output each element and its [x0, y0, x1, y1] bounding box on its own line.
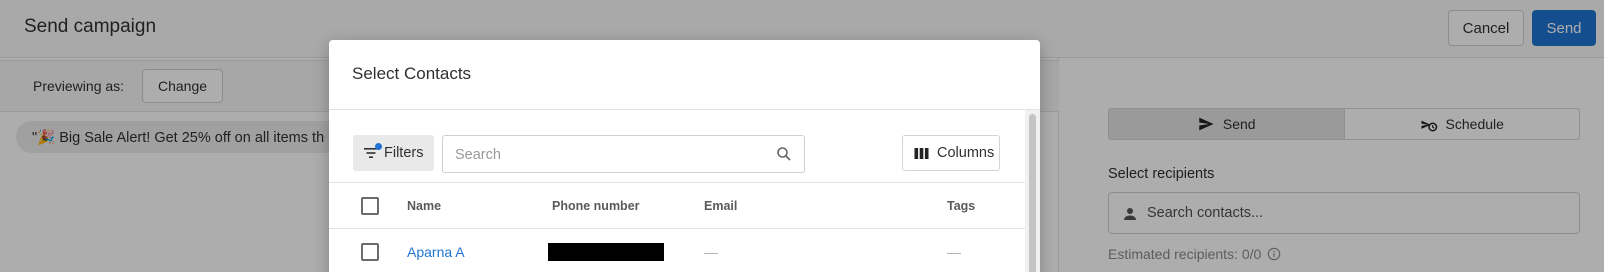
active-filter-dot [375, 143, 382, 150]
table-row[interactable]: Aparna A — — [329, 229, 1025, 272]
contact-name-link[interactable]: Aparna A [407, 229, 465, 272]
email-cell: — [704, 244, 718, 260]
dialog-title: Select Contacts [352, 64, 472, 83]
divider [329, 109, 1040, 110]
column-header-phone[interactable]: Phone number [552, 183, 640, 228]
select-all-cell [361, 183, 379, 228]
scrollbar-thumb[interactable] [1029, 114, 1036, 272]
columns-button[interactable]: Columns [902, 135, 1000, 171]
tags-cell: — [947, 244, 961, 260]
search-icon [777, 147, 791, 161]
select-contacts-dialog: Select Contacts Filters Columns Name Pho… [329, 40, 1040, 272]
table-header: Name Phone number Email Tags [329, 182, 1025, 229]
contact-search-field [442, 135, 805, 173]
select-all-checkbox[interactable] [361, 196, 379, 215]
row-checkbox[interactable] [361, 243, 379, 261]
filter-icon [362, 143, 382, 162]
row-select-cell [361, 229, 379, 272]
column-header-name[interactable]: Name [407, 183, 441, 228]
column-header-email[interactable]: Email [704, 183, 737, 228]
filters-label: Filters [384, 145, 424, 161]
phone-cell [548, 229, 664, 272]
filters-button[interactable]: Filters [353, 135, 434, 171]
contacts-table: Name Phone number Email Tags Aparna A — … [329, 182, 1025, 272]
redacted-phone [548, 243, 664, 261]
contact-search-input[interactable] [455, 145, 755, 165]
columns-label: Columns [937, 145, 995, 161]
column-header-tags[interactable]: Tags [947, 183, 975, 228]
columns-icon [914, 147, 929, 159]
